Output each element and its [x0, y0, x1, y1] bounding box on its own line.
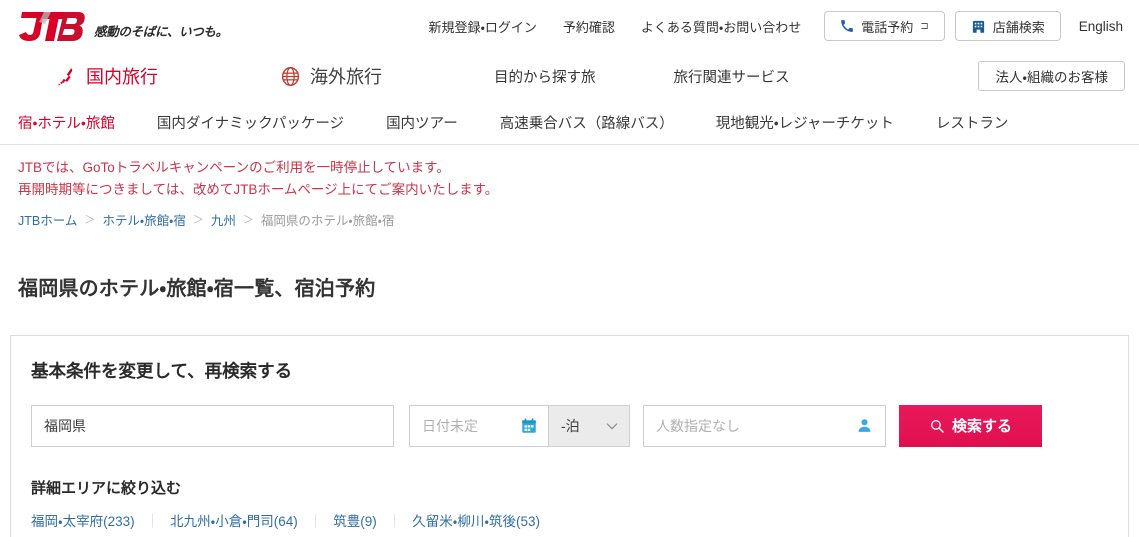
people-placeholder: 人数指定なし [656, 417, 740, 434]
date-placeholder: 日付未定 [422, 417, 478, 434]
notice-line-2: 再開時期等につきましては、改めてJTBホームページ上にてご案内いたします。 [18, 181, 499, 197]
person-icon[interactable] [856, 417, 873, 434]
nights-select[interactable]: -泊 [549, 404, 630, 447]
page-root: 感動のそばに、いつも。 新規登録・ログイン 予約確認 よくある質問・お問い合わせ… [0, 0, 1139, 537]
breadcrumb-separator-icon: ＞ [84, 214, 96, 227]
breadcrumb-item-kyushu[interactable]: 九州 [211, 210, 236, 229]
reservation-check-link[interactable]: 予約確認 [550, 17, 628, 36]
nav-domestic-label: 国内旅行 [86, 67, 158, 87]
brand-tagline: 感動のそばに、いつも。 [94, 25, 228, 39]
calendar-icon[interactable] [520, 417, 538, 435]
external-link-icon: ⊐ [920, 20, 929, 32]
tab-lodging[interactable]: 宿・ホテル・旅館 [18, 112, 136, 133]
area-link-kurume-yanagawa-chikugo[interactable]: 久留米・柳川・筑後(53) [412, 510, 540, 530]
nav-overseas-travel[interactable]: 海外旅行 [280, 63, 382, 89]
area-link-kitakyushu-kokura-moji[interactable]: 北九州・小倉・門司(64) [170, 510, 298, 530]
search-panel-heading: 基本条件を変更して、再検索する [31, 360, 293, 381]
nav-domestic-travel[interactable]: 国内旅行 [56, 63, 158, 89]
phone-reservation-button[interactable]: 電話予約 ⊐ [824, 11, 945, 41]
area-filter-heading: 詳細エリアに絞り込む [31, 479, 182, 497]
campaign-notice: JTBでは、GoToトラベルキャンペーンのご利用を一時停止しています。 再開時期… [0, 145, 1139, 207]
register-login-link[interactable]: 新規登録・ログイン [415, 17, 549, 36]
breadcrumb-item-current: 福岡県のホテル・旅館・宿 [260, 213, 395, 228]
language-switch-link[interactable]: English [1061, 19, 1125, 34]
search-icon [929, 418, 945, 434]
corporate-customers-button[interactable]: 法人・組織のお客様 [978, 61, 1125, 91]
phone-reservation-label: 電話予約 [861, 19, 914, 35]
breadcrumb: JTBホーム ＞ ホテル・旅館・宿 ＞ 九州 ＞ 福岡県のホテル・旅館・宿 [0, 207, 1139, 229]
area-separator: ｜ [145, 513, 160, 529]
search-panel: 基本条件を変更して、再検索する 福岡県 日付未定 -泊 人数指定なし 検索する … [10, 334, 1129, 537]
nights-value: -泊 [561, 417, 580, 434]
chevron-down-icon [604, 418, 620, 434]
store-search-button[interactable]: 店舗検索 [954, 11, 1061, 41]
tab-dynamic-package[interactable]: 国内ダイナミックパッケージ [136, 112, 365, 133]
people-field[interactable]: 人数指定なし [643, 404, 886, 447]
tab-domestic-tour[interactable]: 国内ツアー [365, 112, 479, 133]
japan-map-icon [56, 66, 77, 87]
building-icon [971, 19, 986, 34]
nav-purpose[interactable]: 目的から探す旅 [494, 66, 596, 87]
main-navigation: 国内旅行 海外旅行 目的から探す旅 旅行関連サービス 法人・組織のお客様 [0, 52, 1139, 100]
jtb-logo-icon [18, 8, 86, 44]
area-link-fukuoka-dazaifu[interactable]: 福岡・太宰府(233) [31, 510, 135, 530]
area-filter-links: 福岡・太宰府(233) ｜ 北九州・小倉・門司(64) ｜ 筑豊(9) ｜ 久留… [31, 510, 1113, 530]
destination-value: 福岡県 [44, 417, 86, 434]
phone-icon [840, 19, 854, 33]
tab-highway-bus[interactable]: 高速乗合バス（路線バス） [479, 112, 695, 133]
search-form-row: 福岡県 日付未定 -泊 人数指定なし 検索する [31, 404, 1113, 447]
utility-bar: 感動のそばに、いつも。 新規登録・ログイン 予約確認 よくある質問・お問い合わせ… [0, 0, 1139, 52]
search-button[interactable]: 検索する [899, 404, 1042, 447]
breadcrumb-separator-icon: ＞ [192, 214, 204, 227]
nav-overseas-label: 海外旅行 [310, 67, 382, 87]
area-link-chikuho[interactable]: 筑豊(9) [333, 510, 377, 530]
search-button-label: 検索する [951, 418, 1012, 435]
store-search-label: 店舗検索 [992, 19, 1045, 35]
faq-contact-link[interactable]: よくある質問・お問い合わせ [628, 17, 814, 36]
category-tab-bar: 宿・ホテル・旅館 国内ダイナミックパッケージ 国内ツアー 高速乗合バス（路線バス… [0, 100, 1139, 145]
destination-field[interactable]: 福岡県 [31, 404, 394, 447]
utility-bar-right: 新規登録・ログイン 予約確認 よくある質問・お問い合わせ 電話予約 ⊐ 店舗検索… [415, 11, 1125, 41]
area-separator: ｜ [387, 513, 402, 529]
page-title: 福岡県のホテル・旅館・宿一覧、宿泊予約 [18, 278, 376, 301]
tab-restaurant[interactable]: レストラン [915, 112, 1030, 133]
date-field[interactable]: 日付未定 [409, 404, 549, 447]
breadcrumb-separator-icon: ＞ [242, 214, 254, 227]
tab-local-sightseeing[interactable]: 現地観光・レジャーチケット [695, 112, 915, 133]
globe-icon [280, 66, 301, 87]
notice-line-1: JTBでは、GoToトラベルキャンペーンのご利用を一時停止しています。 [18, 160, 450, 175]
search-panel-wrapper: 基本条件を変更して、再検索する 福岡県 日付未定 -泊 人数指定なし 検索する … [0, 315, 1139, 537]
breadcrumb-item-lodging[interactable]: ホテル・旅館・宿 [102, 210, 186, 229]
area-separator: ｜ [308, 513, 323, 529]
breadcrumb-item-home[interactable]: JTBホーム [18, 210, 77, 229]
brand-logo[interactable]: 感動のそばに、いつも。 [18, 8, 228, 44]
nav-services[interactable]: 旅行関連サービス [674, 66, 790, 87]
